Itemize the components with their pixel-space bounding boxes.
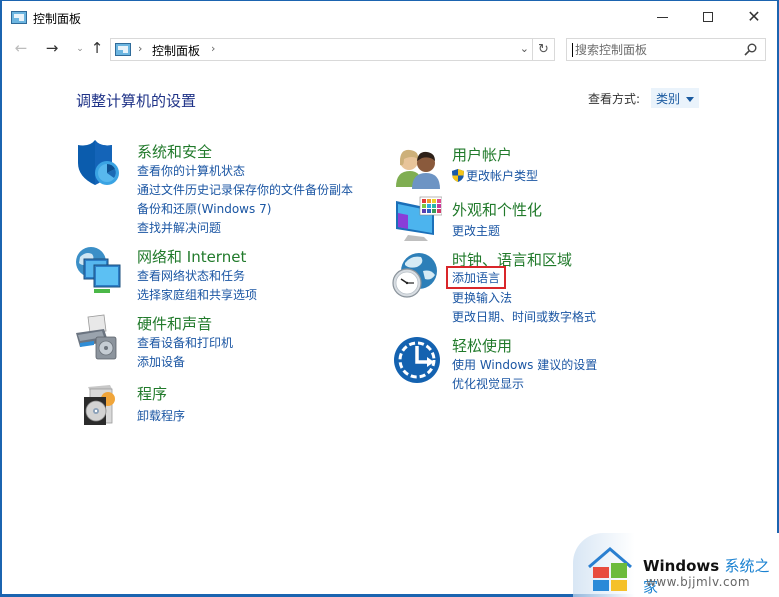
users-icon[interactable] [394, 143, 442, 191]
view-by-label: 查看方式: [588, 92, 641, 106]
link-change-account-type-label: 更改帐户类型 [466, 169, 539, 183]
category-title-programs[interactable]: 程序 [137, 383, 167, 404]
printer-icon[interactable] [74, 313, 122, 361]
uac-shield-icon [452, 169, 464, 182]
search-icon[interactable] [744, 43, 757, 56]
breadcrumb-separator-icon[interactable]: › [138, 42, 142, 55]
link-add-language[interactable]: 添加语言 [445, 266, 507, 289]
link-windows-recommended-settings[interactable]: 使用 Windows 建议的设置 [452, 356, 597, 373]
network-icon[interactable] [74, 245, 122, 293]
search-input[interactable] [575, 39, 735, 60]
link-add-device[interactable]: 添加设备 [137, 353, 185, 370]
title-bar[interactable]: 控制面板 ✕ [2, 1, 777, 35]
link-change-theme[interactable]: 更改主题 [452, 222, 500, 239]
link-uninstall-program[interactable]: 卸载程序 [137, 407, 185, 424]
category-title-hardware-sound[interactable]: 硬件和声音 [137, 313, 212, 334]
watermark-brand: Windows [643, 557, 720, 575]
watermark-url: www.bjjmlv.com [646, 575, 751, 589]
maximize-button[interactable] [685, 1, 731, 33]
link-view-network-status[interactable]: 查看网络状态和任务 [137, 267, 245, 284]
minimize-icon [656, 16, 668, 18]
link-backup-restore[interactable]: 备份和还原(Windows 7) [137, 200, 271, 217]
page-title: 调整计算机的设置 [76, 92, 197, 110]
maximize-icon [703, 12, 713, 22]
link-optimize-visual-display[interactable]: 优化视觉显示 [452, 375, 524, 392]
link-troubleshoot[interactable]: 查找并解决问题 [137, 219, 221, 236]
chevron-down-icon [686, 97, 695, 102]
breadcrumb-control-panel[interactable]: 控制面板 [152, 42, 200, 59]
shield-icon[interactable] [74, 139, 122, 187]
link-change-account-type[interactable]: 更改帐户类型 [452, 167, 538, 184]
link-file-history-backup[interactable]: 通过文件历史记录保存你的文件备份副本 [137, 181, 353, 198]
category-title-appearance[interactable]: 外观和个性化 [452, 199, 542, 220]
watermark-badge: Windows 系统之家 www.bjjmlv.com [573, 533, 779, 597]
programs-icon[interactable] [80, 381, 128, 429]
control-panel-icon [115, 43, 131, 56]
category-title-ease-of-access[interactable]: 轻松使用 [452, 335, 512, 356]
forward-button[interactable]: → [41, 39, 63, 57]
refresh-button[interactable]: ↻ [532, 39, 554, 60]
view-by-selected: 类别 [656, 92, 681, 106]
link-homegroup-sharing[interactable]: 选择家庭组和共享选项 [137, 286, 257, 303]
category-title-clock-region[interactable]: 时钟、语言和区域 [452, 249, 572, 270]
window-title: 控制面板 [33, 12, 82, 26]
control-panel-window: 控制面板 ✕ ← → ⌄ ↑ › 控制面板 › ⌄ ↻ 调整计算机的设置 查看方… [0, 0, 779, 597]
view-by-dropdown[interactable]: 类别 [651, 88, 700, 108]
link-view-computer-status[interactable]: 查看你的计算机状态 [137, 162, 245, 179]
close-icon: ✕ [747, 7, 761, 26]
link-change-date-time-format[interactable]: 更改日期、时间或数字格式 [452, 308, 596, 325]
windows-home-logo-icon [588, 547, 632, 591]
breadcrumb-separator-icon[interactable]: › [211, 42, 215, 55]
link-devices-printers[interactable]: 查看设备和打印机 [137, 334, 233, 351]
search-box[interactable] [566, 38, 766, 61]
link-change-input-method[interactable]: 更换输入法 [452, 289, 512, 306]
address-bar[interactable]: › 控制面板 › ⌄ ↻ [110, 38, 555, 61]
category-title-user-accounts[interactable]: 用户帐户 [452, 144, 512, 165]
monitor-palette-icon[interactable] [394, 195, 442, 243]
text-caret [572, 43, 573, 57]
close-button[interactable]: ✕ [731, 1, 777, 33]
category-title-system-security[interactable]: 系统和安全 [137, 141, 212, 162]
control-panel-icon [11, 11, 27, 24]
up-button[interactable]: ↑ [86, 39, 108, 57]
category-title-network-internet[interactable]: 网络和 Internet [137, 246, 246, 267]
back-button[interactable]: ← [10, 39, 32, 57]
ease-of-access-icon[interactable] [393, 336, 441, 384]
address-dropdown-button[interactable]: ⌄ [520, 42, 529, 55]
minimize-button[interactable] [639, 1, 685, 33]
globe-clock-icon[interactable] [391, 251, 439, 299]
navigation-bar: ← → ⌄ ↑ › 控制面板 › ⌄ ↻ [2, 35, 777, 65]
